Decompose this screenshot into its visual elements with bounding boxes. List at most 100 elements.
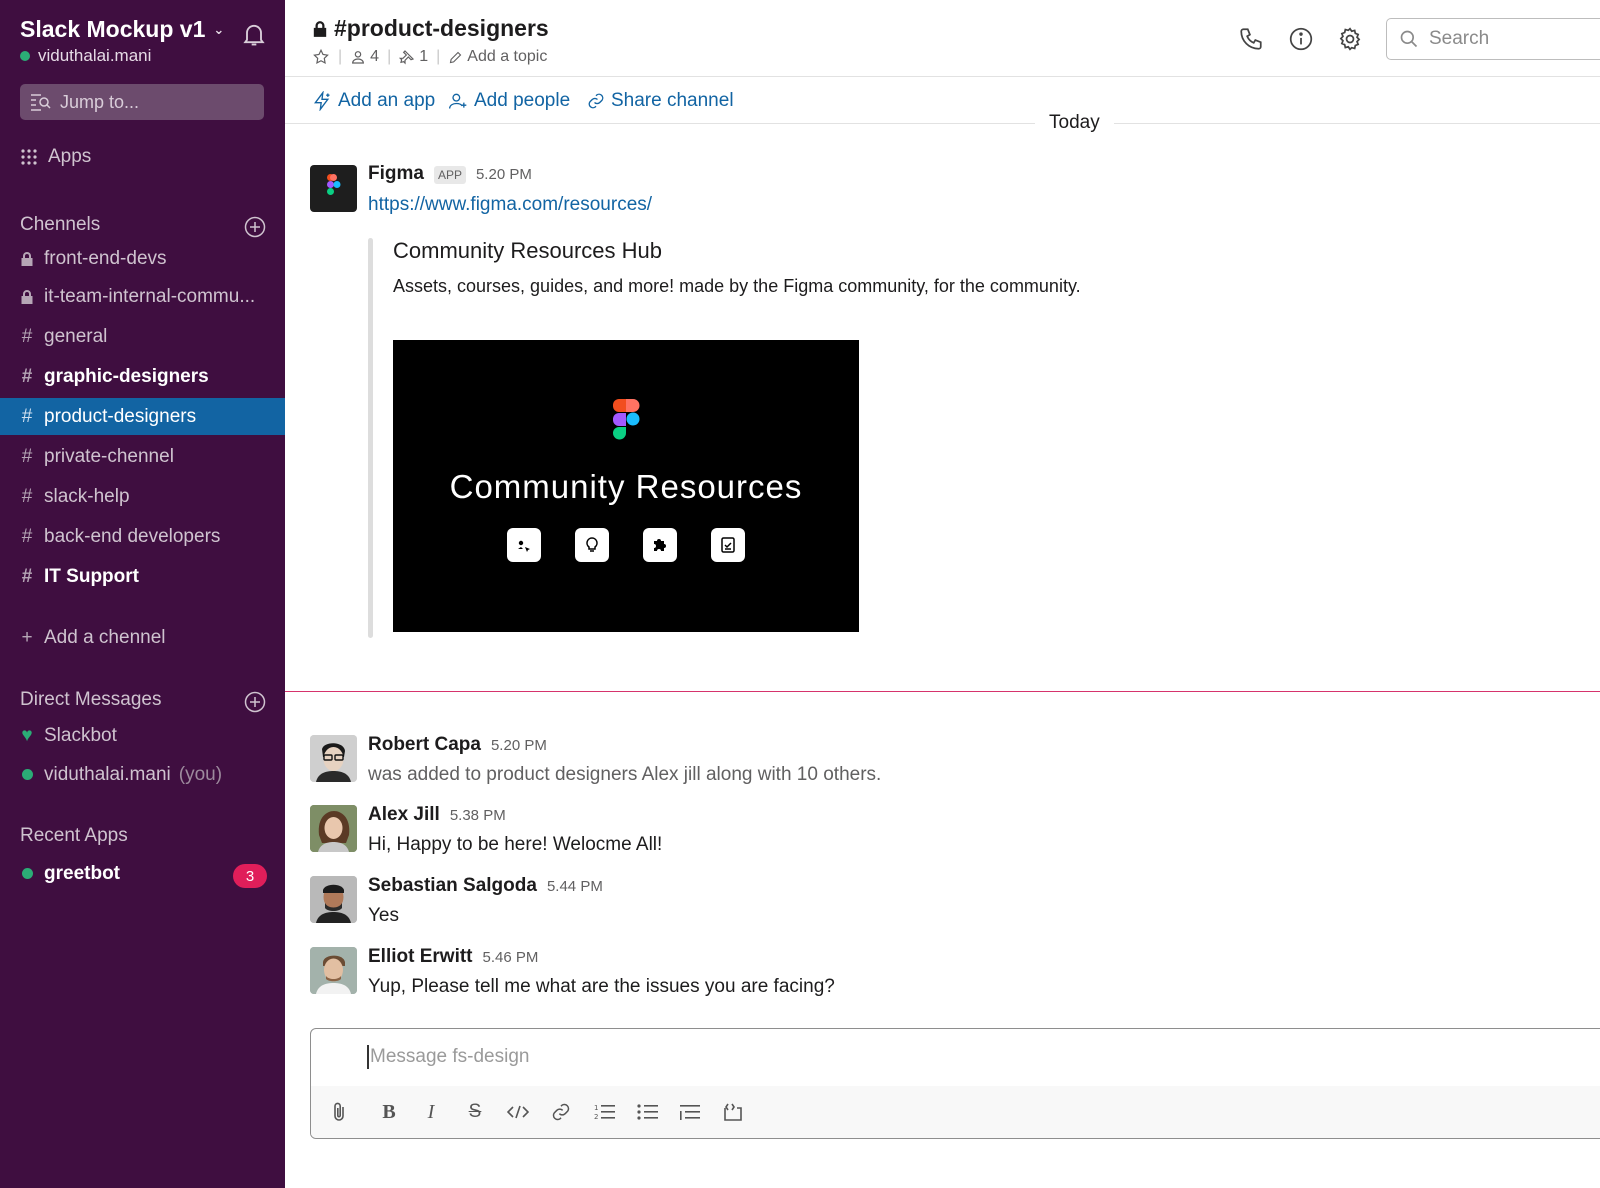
channels-header[interactable]: Chennels	[20, 214, 100, 236]
sidebar-item-apps[interactable]: Apps	[20, 146, 91, 168]
unfurl-title[interactable]: Community Resources Hub	[393, 238, 662, 264]
sidebar-item-it-support[interactable]: # IT Support	[20, 566, 139, 588]
link-icon[interactable]	[549, 1100, 573, 1124]
share-channel-button[interactable]: Share channel	[587, 90, 734, 112]
message-time[interactable]: 5.44 PM	[547, 878, 603, 895]
gear-icon[interactable]	[1337, 26, 1363, 52]
pin-icon	[399, 50, 415, 65]
strikethrough-button[interactable]: S	[463, 1100, 487, 1124]
add-channel-plus-icon[interactable]	[244, 216, 266, 238]
search-input[interactable]: Search	[1386, 18, 1600, 60]
apps-grid-icon	[21, 149, 37, 165]
channel-label: front-end-devs	[44, 248, 167, 269]
code-block-icon[interactable]	[721, 1100, 745, 1124]
separator: |	[436, 48, 441, 65]
link-icon	[588, 93, 604, 109]
info-icon[interactable]	[1288, 26, 1314, 52]
sidebar-item-it-team-internal[interactable]: it-team-internal-commu...	[20, 286, 255, 308]
hash-icon: #	[21, 326, 33, 347]
new-messages-divider	[285, 691, 1600, 692]
members-button[interactable]: 4	[350, 48, 379, 66]
channel-label: general	[44, 326, 108, 347]
message-header: Elliot Erwitt 5.46 PM	[368, 946, 538, 968]
sender-name[interactable]: Alex Jill	[368, 804, 440, 826]
sender-name[interactable]: Elliot Erwitt	[368, 946, 473, 968]
sender-name[interactable]: Sebastian Salgoda	[368, 875, 537, 897]
add-topic-button[interactable]: Add a topic	[448, 48, 547, 66]
message-time[interactable]: 5.46 PM	[483, 949, 539, 966]
direct-messages-header[interactable]: Direct Messages	[20, 689, 162, 711]
quote-block-icon[interactable]	[678, 1100, 702, 1124]
message-time[interactable]: 5.20 PM	[476, 166, 532, 183]
member-icon	[352, 51, 365, 64]
jump-search-icon	[31, 94, 51, 111]
channel-title[interactable]: #product-designers	[312, 15, 549, 42]
plus-icon: +	[21, 627, 33, 648]
bulleted-list-icon[interactable]	[636, 1100, 660, 1124]
app-tag: APP	[433, 166, 466, 184]
unread-badge: 3	[233, 864, 267, 888]
message-composer[interactable]: Message fs-design B I S 12	[310, 1028, 1600, 1139]
message-input[interactable]: Message fs-design	[367, 1045, 529, 1069]
message-time[interactable]: 5.20 PM	[491, 737, 547, 754]
person-photo-icon	[310, 805, 357, 852]
recent-apps-header[interactable]: Recent Apps	[20, 825, 128, 847]
chevron-down-icon: ⌄	[213, 21, 225, 37]
bell-icon[interactable]	[240, 20, 268, 48]
sidebar-item-front-end-devs[interactable]: front-end-devs	[20, 248, 167, 270]
elliot-erwitt-avatar[interactable]	[310, 947, 357, 994]
figma-avatar[interactable]	[310, 165, 357, 212]
bold-button[interactable]: B	[377, 1100, 401, 1124]
search-placeholder: Search	[1429, 28, 1490, 49]
star-icon[interactable]	[312, 48, 330, 66]
italic-button[interactable]: I	[419, 1100, 443, 1124]
channel-label: slack-help	[44, 486, 130, 507]
channel-label: private-chennel	[44, 446, 174, 467]
robert-capa-avatar[interactable]	[310, 735, 357, 782]
svg-text:2: 2	[594, 1113, 598, 1121]
add-dm-plus-icon[interactable]	[244, 691, 266, 713]
message-text: Yup, Please tell me what are the issues …	[368, 976, 835, 997]
sidebar-item-graphic-designers[interactable]: # graphic-designers	[20, 366, 209, 388]
alex-jill-avatar[interactable]	[310, 805, 357, 852]
sender-name[interactable]: Robert Capa	[368, 734, 481, 756]
message-link[interactable]: https://www.figma.com/resources/	[368, 194, 652, 216]
sidebar-item-private-chennel[interactable]: # private-chennel	[20, 446, 174, 468]
code-icon[interactable]	[506, 1100, 530, 1124]
add-people-button[interactable]: Add people	[448, 90, 570, 112]
message-time[interactable]: 5.38 PM	[450, 807, 506, 824]
add-channel-link[interactable]: + Add a chennel	[20, 627, 165, 649]
unfurl-preview-image[interactable]: Community Resources	[393, 340, 859, 632]
person-photo-icon	[310, 735, 357, 782]
hash-icon: #	[21, 406, 33, 427]
channel-label: graphic-designers	[44, 366, 209, 387]
dm-item-slackbot[interactable]: ♥ Slackbot	[20, 725, 117, 747]
figma-logo-icon	[613, 399, 640, 440]
sebastian-salgoda-avatar[interactable]	[310, 876, 357, 923]
day-divider-label[interactable]: Today	[1035, 112, 1114, 134]
current-user-name: viduthalai.mani	[38, 46, 152, 65]
lightning-icon	[314, 91, 330, 111]
add-app-button[interactable]: Add an app	[312, 90, 435, 112]
lock-icon	[21, 252, 33, 266]
sidebar-item-back-end-developers[interactable]: # back-end developers	[20, 526, 221, 548]
ordered-list-icon[interactable]: 12	[593, 1100, 617, 1124]
phone-icon[interactable]	[1238, 26, 1264, 52]
workspace-switcher[interactable]: Slack Mockup v1 ⌄	[20, 16, 224, 43]
sidebar-item-slack-help[interactable]: # slack-help	[20, 486, 130, 508]
sender-name[interactable]: Figma	[368, 163, 424, 185]
dm-item-self[interactable]: viduthalai.mani (you)	[20, 764, 222, 786]
sidebar-item-general[interactable]: # general	[20, 326, 108, 348]
jump-to-search[interactable]: Jump to...	[20, 84, 264, 120]
attach-icon[interactable]	[327, 1100, 351, 1124]
recent-app-greetbot[interactable]: greetbot	[20, 863, 120, 885]
pins-button[interactable]: 1	[399, 48, 428, 66]
add-topic-label: Add a topic	[467, 48, 548, 65]
sidebar-item-product-designers[interactable]: # product-designers	[20, 406, 196, 428]
hash-icon: #	[21, 566, 33, 587]
figma-logo-icon	[327, 174, 341, 195]
message-text: was added to product designers Alex jill…	[368, 764, 882, 785]
separator: |	[387, 48, 392, 65]
lightbulb-icon	[575, 528, 609, 562]
current-user: viduthalai.mani	[20, 46, 151, 66]
